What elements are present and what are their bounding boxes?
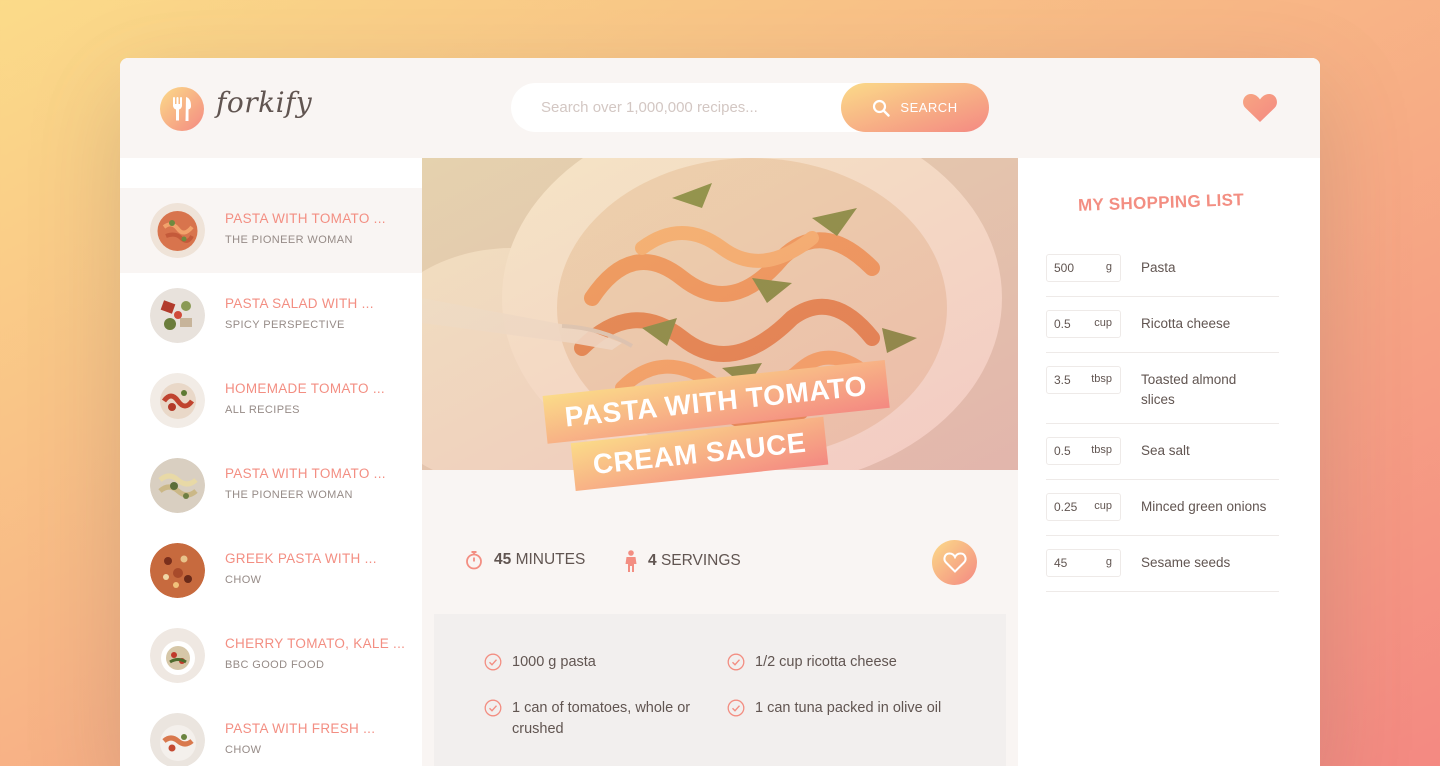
ingredient-item: 1 can of tomatoes, whole or crushed (484, 698, 709, 740)
shopping-list-title: MY SHOPPING LIST (1077, 190, 1245, 215)
quantity-stepper[interactable]: 0.5 tbsp (1046, 437, 1121, 465)
quantity-unit: tbsp (1091, 373, 1112, 385)
quantity-stepper[interactable]: 45 g (1046, 549, 1121, 577)
ingredient-item: 1/2 cup ricotta cheese (727, 652, 967, 673)
stopwatch-icon (466, 551, 482, 570)
shopping-item-desc: Sesame seeds (1141, 555, 1231, 570)
result-item[interactable]: PASTA WITH TOMATO ... THE PIONEER WOMAN (120, 188, 422, 273)
check-circle-icon (727, 699, 745, 717)
shopping-item: 0.25 cup Minced green onions (1046, 492, 1279, 536)
ingredients-list: 1000 g pasta 1/2 cup ricotta cheese 1 ca… (434, 614, 1006, 766)
quantity-unit: tbsp (1091, 444, 1112, 456)
shopping-item: 45 g Sesame seeds (1046, 548, 1279, 592)
result-thumbnail (150, 713, 205, 766)
result-item[interactable]: PASTA WITH FRESH ... CHOW (120, 698, 422, 766)
result-item[interactable]: GREEK PASTA WITH ... CHOW (120, 528, 422, 613)
quantity-stepper[interactable]: 500 g (1046, 254, 1121, 282)
ingredient-item: 1000 g pasta (484, 652, 694, 673)
recipe-view: PASTA WITH TOMATO CREAM SAUCE 45 MINUTES… (422, 158, 1018, 766)
quantity-value: 0.25 (1054, 500, 1078, 514)
result-publisher: THE PIONEER WOMAN (225, 489, 353, 501)
quantity-stepper[interactable]: 0.25 cup (1046, 493, 1121, 521)
recipe-time-value: 45 (494, 551, 512, 568)
quantity-value: 0.5 (1054, 317, 1071, 331)
check-circle-icon (484, 699, 502, 717)
result-publisher: THE PIONEER WOMAN (225, 234, 353, 246)
quantity-value: 500 (1054, 261, 1075, 275)
fork-knife-logo-icon (160, 87, 204, 131)
recipe-servings-value: 4 (648, 552, 657, 569)
result-thumbnail (150, 543, 205, 598)
result-thumbnail (150, 628, 205, 683)
result-title: PASTA WITH TOMATO ... (225, 211, 386, 226)
search-input[interactable] (511, 83, 841, 132)
recipe-servings: 4 SERVINGS (624, 550, 741, 572)
ingredient-text: 1/2 cup ricotta cheese (755, 654, 897, 670)
shopping-item: 0.5 tbsp Sea salt (1046, 436, 1279, 480)
result-thumbnail (150, 288, 205, 343)
result-title: GREEK PASTA WITH ... (225, 551, 377, 566)
person-icon (625, 550, 637, 572)
ingredient-text: 1 can tuna packed in olive oil (755, 700, 942, 716)
shopping-item-desc: Ricotta cheese (1141, 316, 1231, 331)
result-item[interactable]: PASTA SALAD WITH ... SPICY PERSPECTIVE (120, 273, 422, 358)
quantity-unit: cup (1094, 500, 1112, 512)
result-title: PASTA SALAD WITH ... (225, 296, 374, 311)
result-publisher: CHOW (225, 744, 262, 756)
result-title: HOMEMADE TOMATO ... (225, 381, 385, 396)
result-item[interactable]: PASTA WITH TOMATO ... THE PIONEER WOMAN (120, 443, 422, 528)
result-thumbnail (150, 458, 205, 513)
recipe-time-unit: MINUTES (515, 551, 586, 568)
shopping-item-desc: Sea salt (1141, 443, 1190, 458)
ingredient-text: 1 can of tomatoes, whole or crushed (512, 700, 691, 737)
recipe-servings-unit: SERVINGS (660, 552, 741, 569)
shopping-item-desc: Minced green onions (1141, 499, 1267, 514)
result-publisher: BBC GOOD FOOD (225, 659, 325, 671)
result-publisher: ALL RECIPES (225, 404, 300, 416)
result-item[interactable]: HOMEMADE TOMATO ... ALL RECIPES (120, 358, 422, 443)
shopping-item-desc: Pasta (1141, 260, 1176, 275)
header: forkify SEARCH (120, 58, 1320, 158)
logo-text[interactable]: forkify (216, 86, 312, 119)
app-container: forkify SEARCH (120, 58, 1320, 766)
result-title: PASTA WITH TOMATO ... (225, 466, 386, 481)
quantity-unit: g (1105, 556, 1112, 568)
check-circle-icon (484, 653, 502, 671)
quantity-stepper[interactable]: 0.5 cup (1046, 310, 1121, 338)
search-icon (873, 99, 891, 117)
likes-heart-icon[interactable] (1242, 93, 1278, 123)
result-item[interactable]: CHERRY TOMATO, KALE ... BBC GOOD FOOD (120, 613, 422, 698)
quantity-value: 0.5 (1054, 444, 1071, 458)
recipe-details: 45 MINUTES 4 SERVINGS (434, 470, 1006, 614)
shopping-list: MY SHOPPING LIST 500 g Pasta 0.5 cup Ric… (1018, 158, 1320, 766)
bookmark-button[interactable] (932, 540, 977, 585)
result-title: CHERRY TOMATO, KALE ... (225, 636, 406, 651)
search-form: SEARCH (511, 83, 989, 132)
results-list: PASTA WITH TOMATO ... THE PIONEER WOMAN … (120, 158, 422, 766)
result-thumbnail (150, 203, 205, 258)
search-button-label: SEARCH (900, 100, 958, 115)
quantity-unit: g (1105, 261, 1112, 273)
search-button[interactable]: SEARCH (841, 83, 989, 132)
result-publisher: CHOW (225, 574, 262, 586)
shopping-item: 0.5 cup Ricotta cheese (1046, 309, 1279, 353)
result-publisher: SPICY PERSPECTIVE (225, 319, 345, 331)
shopping-item: 500 g Pasta (1046, 253, 1279, 297)
recipe-time: 45 MINUTES (464, 550, 585, 570)
shopping-item: 3.5 tbsp Toasted almond slices (1046, 365, 1279, 424)
result-title: PASTA WITH FRESH ... (225, 721, 376, 736)
quantity-stepper[interactable]: 3.5 tbsp (1046, 366, 1121, 394)
quantity-value: 3.5 (1054, 373, 1071, 387)
ingredient-item: 1 can tuna packed in olive oil (727, 698, 977, 719)
ingredient-text: 1000 g pasta (512, 654, 596, 670)
quantity-unit: cup (1094, 317, 1112, 329)
result-thumbnail (150, 373, 205, 428)
quantity-value: 45 (1054, 556, 1068, 570)
heart-outline-icon (942, 552, 967, 573)
check-circle-icon (727, 653, 745, 671)
shopping-item-desc: Toasted almond slices (1141, 372, 1237, 407)
